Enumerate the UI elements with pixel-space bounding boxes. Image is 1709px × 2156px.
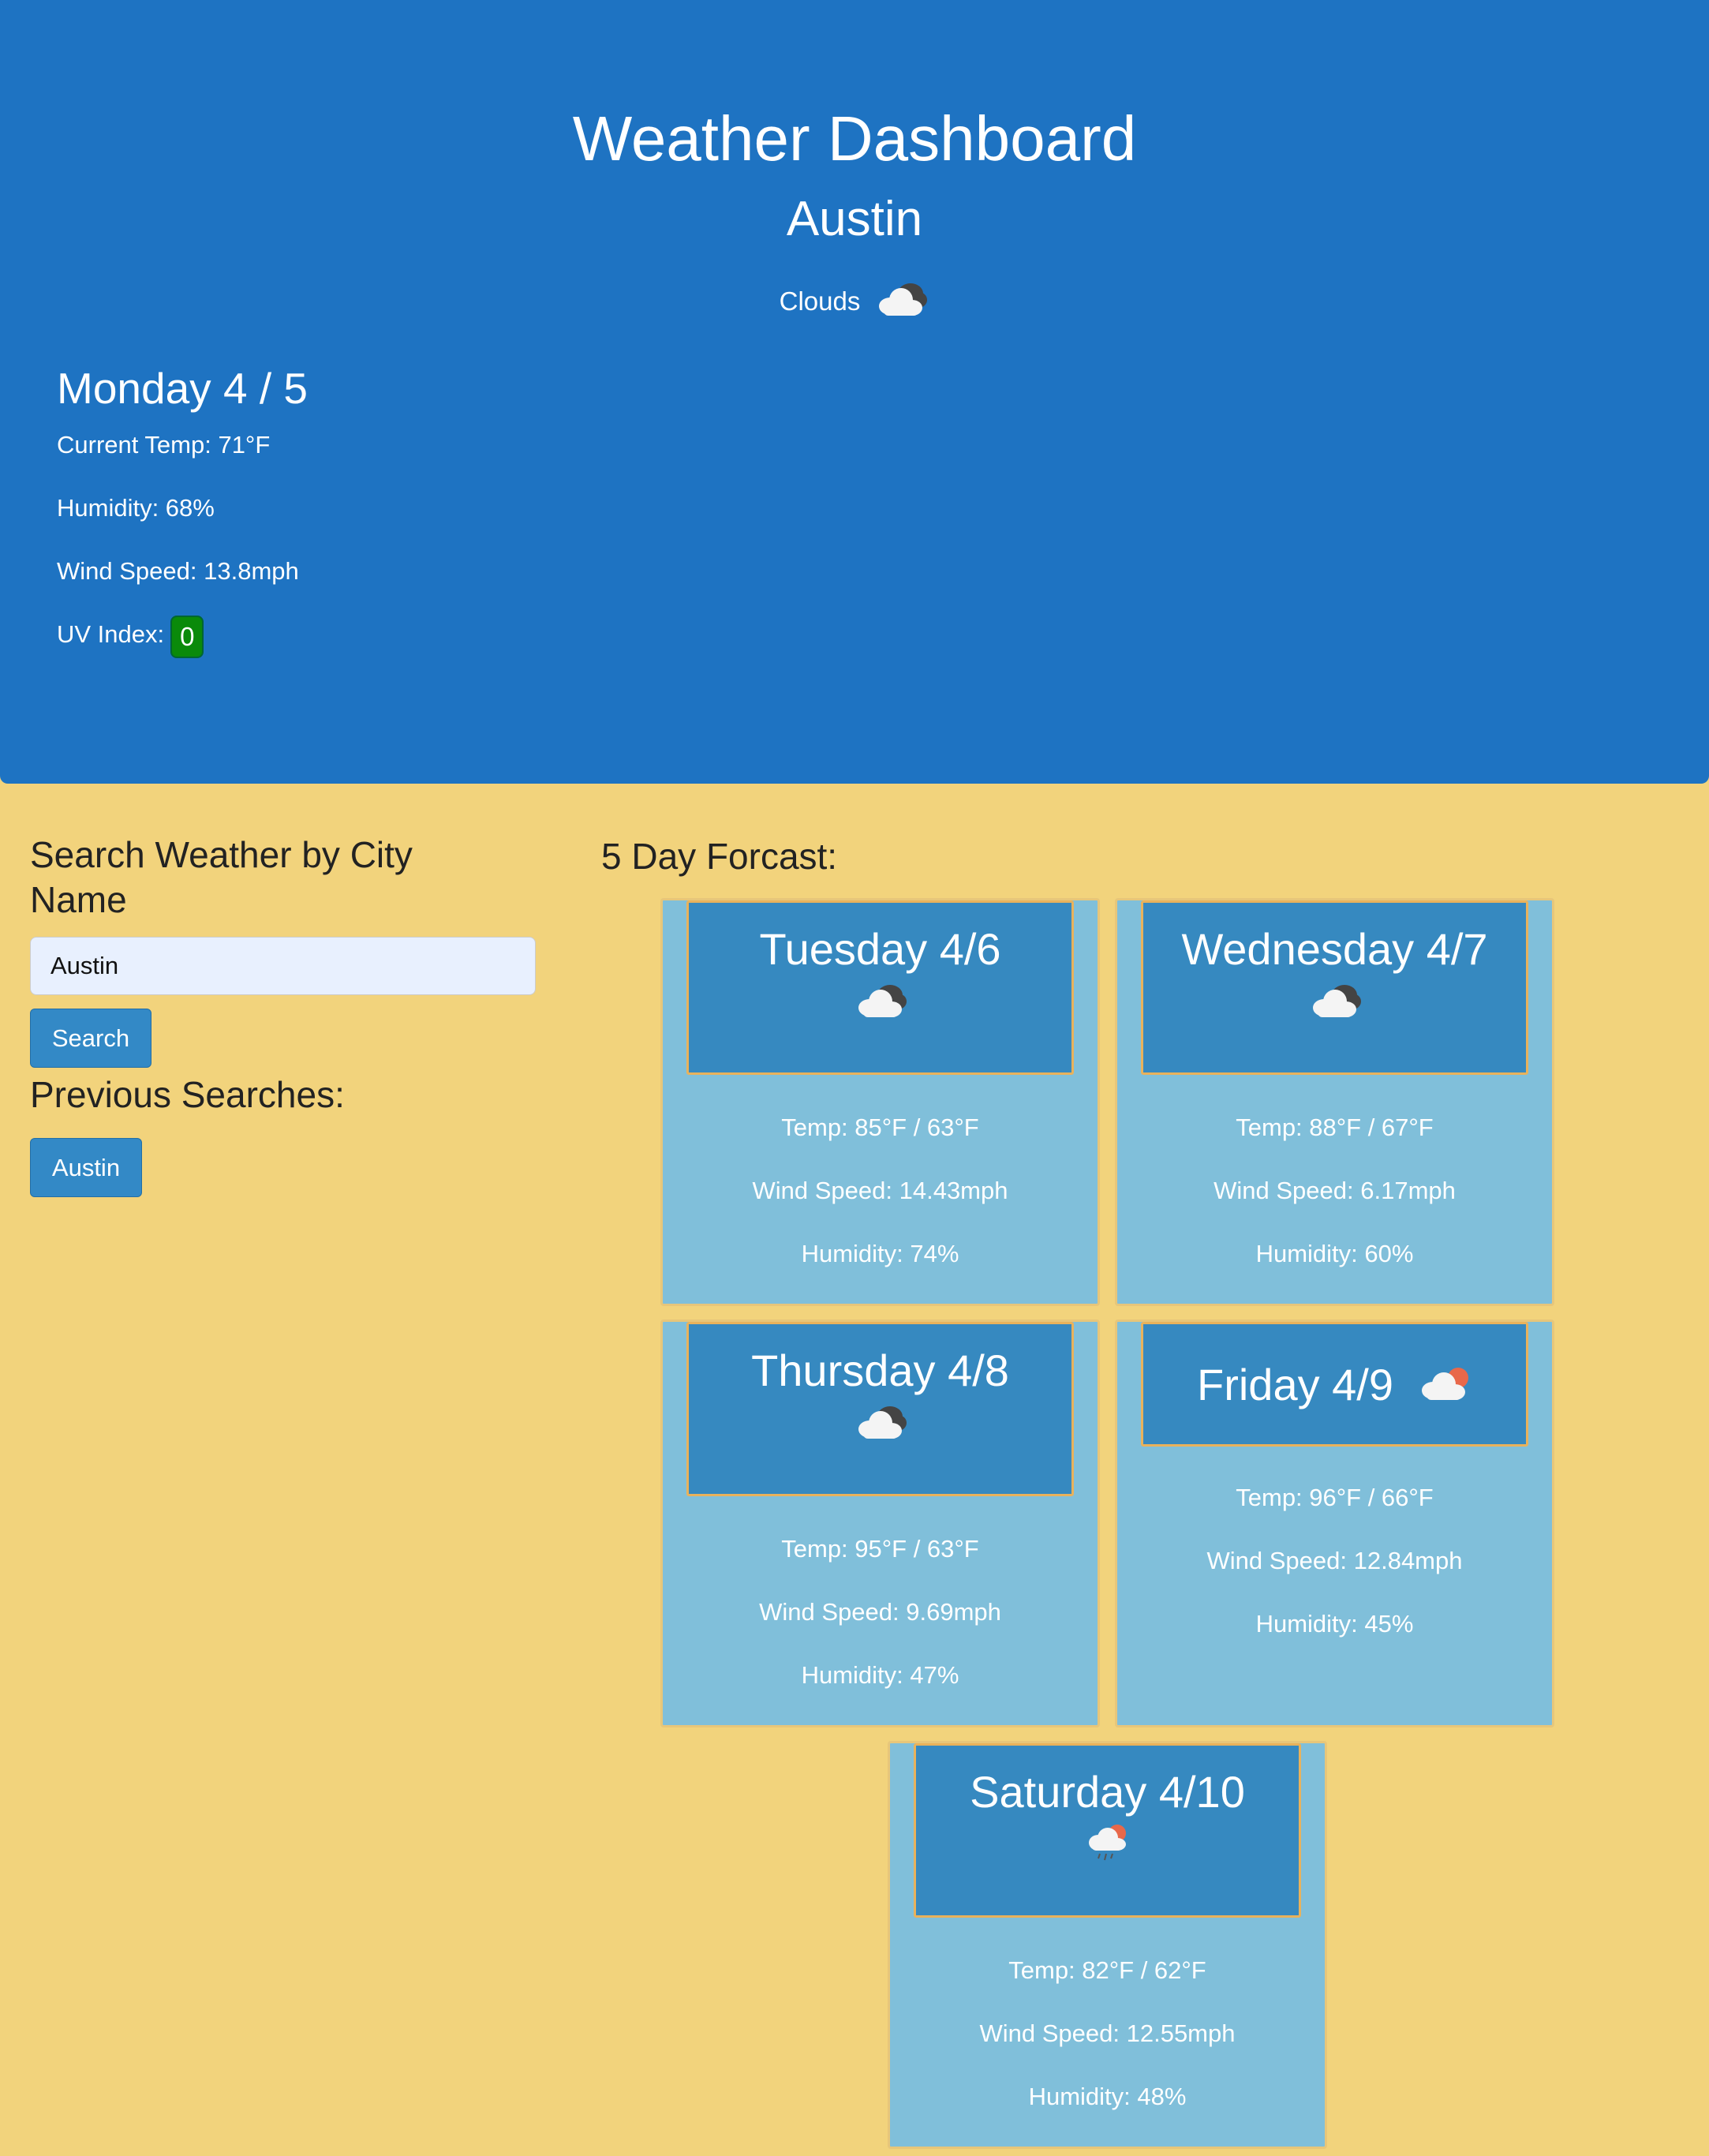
forecast-card-header: Tuesday 4/6	[686, 900, 1074, 1075]
previous-searches-title: Previous Searches:	[30, 1074, 345, 1115]
forecast-temp: Temp: 96°F / 66°F	[1236, 1484, 1434, 1511]
forecast-humidity: Humidity: 48%	[1028, 2083, 1187, 2110]
cloud-icon	[852, 1401, 909, 1446]
forecast-card-header: Saturday 4/10	[914, 1743, 1301, 1918]
forecast-temp: Temp: 95°F / 63°F	[781, 1535, 979, 1563]
cloud-icon	[1307, 979, 1363, 1024]
current-temp: Current Temp: 71°F	[57, 431, 271, 459]
search-button[interactable]: Search	[30, 1009, 151, 1068]
forecast-wind: Wind Speed: 12.84mph	[1206, 1547, 1463, 1574]
forecast-card: Thursday 4/8 Temp: 95°F / 63°F Wind Spee…	[660, 1319, 1100, 1727]
forecast-temp: Temp: 82°F / 62°F	[1008, 1956, 1206, 1984]
forecast-day: Tuesday 4/6	[759, 924, 1001, 974]
forecast-temp: Temp: 85°F / 63°F	[781, 1114, 979, 1141]
rain-cloud-icon	[1084, 1822, 1131, 1870]
forecast-card: Tuesday 4/6 Temp: 85°F / 63°F Wind Speed…	[660, 898, 1100, 1306]
uv-index-badge: 0	[170, 616, 204, 658]
current-humidity: Humidity: 68%	[57, 494, 215, 522]
city-search-input[interactable]	[30, 937, 536, 995]
current-wind: Wind Speed: 13.8mph	[57, 557, 299, 585]
forecast-card-header: Wednesday 4/7	[1141, 900, 1528, 1075]
forecast-day: Wednesday 4/7	[1181, 924, 1488, 974]
city-name: Austin	[786, 192, 923, 246]
forecast-day: Saturday 4/10	[970, 1767, 1245, 1817]
forecast-card: Friday 4/9 Temp: 96°F / 66°F Wind Speed:…	[1115, 1319, 1554, 1727]
forecast-temp: Temp: 88°F / 67°F	[1236, 1114, 1434, 1141]
search-title: Search Weather by City Name	[30, 834, 413, 920]
sun-cloud-icon	[1415, 1362, 1472, 1407]
forecast-wind: Wind Speed: 9.69mph	[759, 1598, 1001, 1626]
forecast-humidity: Humidity: 45%	[1255, 1610, 1414, 1638]
current-weather: Monday 4 / 5 Current Temp: 71°F Humidity…	[57, 363, 308, 683]
forecast-card: Wednesday 4/7 Temp: 88°F / 67°F Wind Spe…	[1115, 898, 1554, 1306]
page-title: Weather Dashboard	[572, 103, 1137, 174]
condition-label: Clouds	[779, 286, 861, 316]
forecast-humidity: Humidity: 74%	[801, 1240, 959, 1267]
forecast-wind: Wind Speed: 12.55mph	[979, 2019, 1236, 2047]
previous-search-item[interactable]: Austin	[30, 1138, 142, 1197]
current-condition: Clouds	[0, 278, 1709, 325]
forecast-wind: Wind Speed: 6.17mph	[1214, 1177, 1456, 1204]
uv-index-label: UV Index:	[57, 620, 165, 648]
forecast-card-header: Thursday 4/8	[686, 1322, 1074, 1496]
forecast-day: Friday 4/9	[1197, 1359, 1393, 1409]
header: Weather Dashboard Austin Clouds Monday 4…	[0, 0, 1709, 784]
forecast-card: Saturday 4/10 Temp: 82°F / 62°F Wind Spe…	[888, 1741, 1327, 2149]
current-date: Monday 4 / 5	[57, 364, 308, 413]
forecast-humidity: Humidity: 47%	[801, 1661, 959, 1689]
uv-index-row: UV Index: 0	[57, 616, 308, 683]
forecast-card-header: Friday 4/9	[1141, 1322, 1528, 1447]
forecast-day: Thursday 4/8	[751, 1346, 1009, 1395]
forecast-title: 5 Day Forcast:	[601, 836, 838, 877]
cloud-icon	[852, 979, 909, 1024]
forecast-humidity: Humidity: 60%	[1255, 1240, 1414, 1267]
cloud-icon	[873, 278, 929, 325]
forecast-wind: Wind Speed: 14.43mph	[752, 1177, 1008, 1204]
